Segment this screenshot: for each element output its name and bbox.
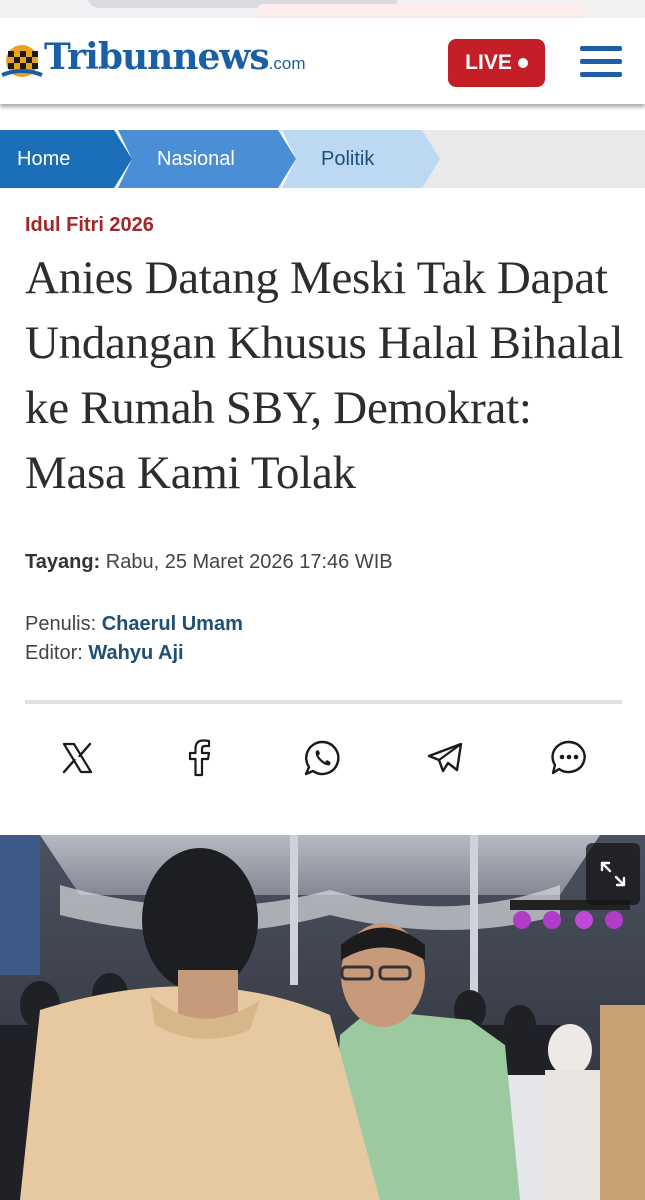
logo-text: Tribunnews.com	[44, 36, 306, 78]
writer-name-link[interactable]: Chaerul Umam	[102, 613, 243, 635]
headline-line: Undangan Khusus Halal Bihalal	[25, 317, 624, 369]
live-label: LIVE	[465, 51, 512, 74]
breadcrumb-politik[interactable]: Politik	[321, 130, 374, 188]
breadcrumb: Home Nasional Politik	[0, 130, 645, 188]
browser-top-strip	[0, 0, 645, 44]
x-icon[interactable]	[54, 735, 100, 781]
publish-value: Rabu, 25 Maret 2026 17:46 WIB	[105, 551, 393, 573]
editor-label: Editor:	[25, 642, 83, 664]
breadcrumb-nasional[interactable]: Nasional	[157, 130, 235, 188]
article-headline: Anies Datang Meski Tak Dapat Undangan Kh…	[25, 246, 630, 506]
headline-line: ke Rumah SBY, Demokrat:	[25, 382, 532, 434]
expand-icon[interactable]	[586, 843, 640, 905]
site-logo[interactable]: Tribunnews.com	[0, 22, 306, 92]
hamburger-menu-icon[interactable]	[580, 44, 622, 80]
headline-line: Anies Datang Meski Tak Dapat	[25, 252, 608, 304]
divider	[25, 700, 622, 704]
facebook-icon[interactable]	[176, 735, 222, 781]
live-dot-icon	[517, 58, 528, 68]
comment-icon[interactable]	[546, 735, 592, 781]
headline-line: Masa Kami Tolak	[25, 447, 356, 499]
editor-line: Editor: Wahyu Aji	[25, 642, 184, 665]
editor-name-link[interactable]: Wahyu Aji	[88, 642, 183, 664]
writer-label: Penulis:	[25, 613, 97, 635]
publish-date: Tayang: Rabu, 25 Maret 2026 17:46 WIB	[25, 551, 393, 574]
breadcrumb-home[interactable]: Home	[17, 130, 70, 188]
live-button[interactable]: LIVE	[448, 39, 545, 87]
logo-emblem-icon	[1, 45, 43, 77]
article-photo[interactable]	[0, 835, 645, 1200]
telegram-icon[interactable]	[422, 735, 468, 781]
publish-label: Tayang:	[25, 551, 101, 573]
writer-line: Penulis: Chaerul Umam	[25, 613, 243, 636]
article-category[interactable]: Idul Fitri 2026	[25, 214, 154, 237]
site-header: Tribunnews.com LIVE	[0, 18, 645, 104]
whatsapp-icon[interactable]	[299, 735, 345, 781]
photo-illustration	[0, 835, 645, 1200]
